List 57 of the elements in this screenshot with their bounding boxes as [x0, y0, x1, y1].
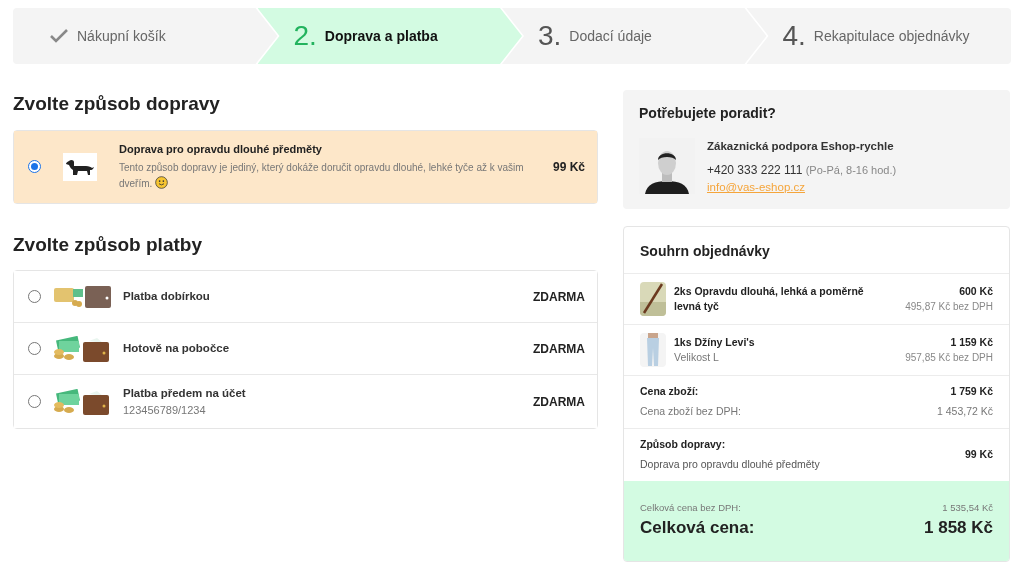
total-net-price: 1 535,54 Kč: [942, 501, 993, 516]
option-price: ZDARMA: [533, 393, 585, 411]
support-name: Zákaznická podpora Eshop-rychle: [707, 139, 895, 154]
step-label: Nákupní košík: [77, 26, 166, 46]
goods-label: Cena zboží:: [640, 384, 699, 400]
item-price: 1 159 Kč: [950, 334, 993, 350]
item-name: 1ks Džíny Levi's: [674, 334, 756, 350]
step-number: 3.: [538, 19, 562, 53]
account-number: 123456789/1234: [123, 402, 207, 418]
cash-wallet-icon: [53, 335, 111, 362]
item-price: 600 Kč: [959, 283, 993, 299]
step-label: Rekapitulace objednávky: [813, 26, 970, 46]
item-net-price: 495,87 Kč bez DPH: [905, 300, 993, 315]
step-number: 4.: [782, 19, 806, 53]
card-wallet-icon: [53, 285, 111, 308]
option-name: Platba dobírkou: [123, 288, 211, 304]
step-label: Dodací údaje: [569, 26, 652, 46]
option-name: Hotově na pobočce: [123, 340, 231, 356]
opening-hours: (Po-Pá, 8-16 hod.): [805, 164, 897, 177]
checkout-step[interactable]: 4. Rekapitulace objednávky: [746, 8, 1011, 64]
item-name: 2ks Opravdu dlouhá, lehká a poměrně levná tyč: [674, 284, 865, 314]
panel-heading: Souhrn objednávky: [639, 242, 771, 261]
option-name: Platba předem na účet: [123, 385, 247, 401]
checkmark-icon: [49, 28, 69, 44]
step-label: Doprava a platba: [324, 26, 438, 46]
option-price: ZDARMA: [533, 288, 585, 306]
option-description: Tento způsob dopravy je jediný, který dokáže doručit opravdu dlouhé, lehké tyče až k vašim dveřím.: [119, 160, 525, 191]
goods-net-label: Cena zboží bez DPH:: [640, 404, 741, 419]
radio-button[interactable]: [28, 290, 41, 303]
option-name: Doprava pro opravdu dlouhé předměty: [119, 142, 323, 158]
radio-button[interactable]: [28, 160, 41, 173]
payment-option[interactable]: Platba dobírkou ZDARMA: [14, 271, 597, 323]
total-label: Celková cena:: [640, 517, 755, 540]
cash-wallet-icon: [53, 388, 111, 415]
checkout-step[interactable]: Nákupní košík: [13, 8, 278, 64]
total-net-label: Celková cena bez DPH:: [640, 501, 741, 516]
checkout-step[interactable]: 3. Dodací údaje: [502, 8, 767, 64]
option-price: ZDARMA: [533, 340, 585, 358]
section-heading: Zvolte způsob platby: [13, 232, 203, 257]
radio-button[interactable]: [28, 395, 41, 408]
dog-icon: [63, 152, 97, 181]
section-heading: Zvolte způsob dopravy: [13, 92, 221, 116]
option-price: 99 Kč: [552, 158, 585, 176]
item-variant: Velikost L: [674, 349, 720, 365]
shipping-name: Doprava pro opravdu dlouhé předměty: [640, 457, 820, 472]
total-price: 1 858 Kč: [924, 517, 993, 540]
item-net-price: 957,85 Kč bez DPH: [905, 351, 993, 366]
panel-heading: Potřebujete poradit?: [639, 104, 777, 123]
shipping-price: 99 Kč: [964, 447, 993, 463]
goods-price: 1 759 Kč: [950, 384, 993, 400]
checkout-step[interactable]: 2. Doprava a platba: [257, 8, 522, 64]
radio-button[interactable]: [28, 342, 41, 355]
shipping-label: Způsob dopravy:: [640, 437, 727, 453]
phone-number: +420 333 222 111: [707, 163, 803, 178]
shipping-option[interactable]: Doprava pro opravdu dlouhé předměty Tento způsob dopravy je jediný, který dokáže doručit opravdu dlouhé, lehké tyče až k vašim dveřím. 99 Kč: [14, 130, 597, 203]
step-number: 2.: [293, 19, 317, 53]
goods-net-price: 1 453,72 Kč: [936, 404, 993, 419]
